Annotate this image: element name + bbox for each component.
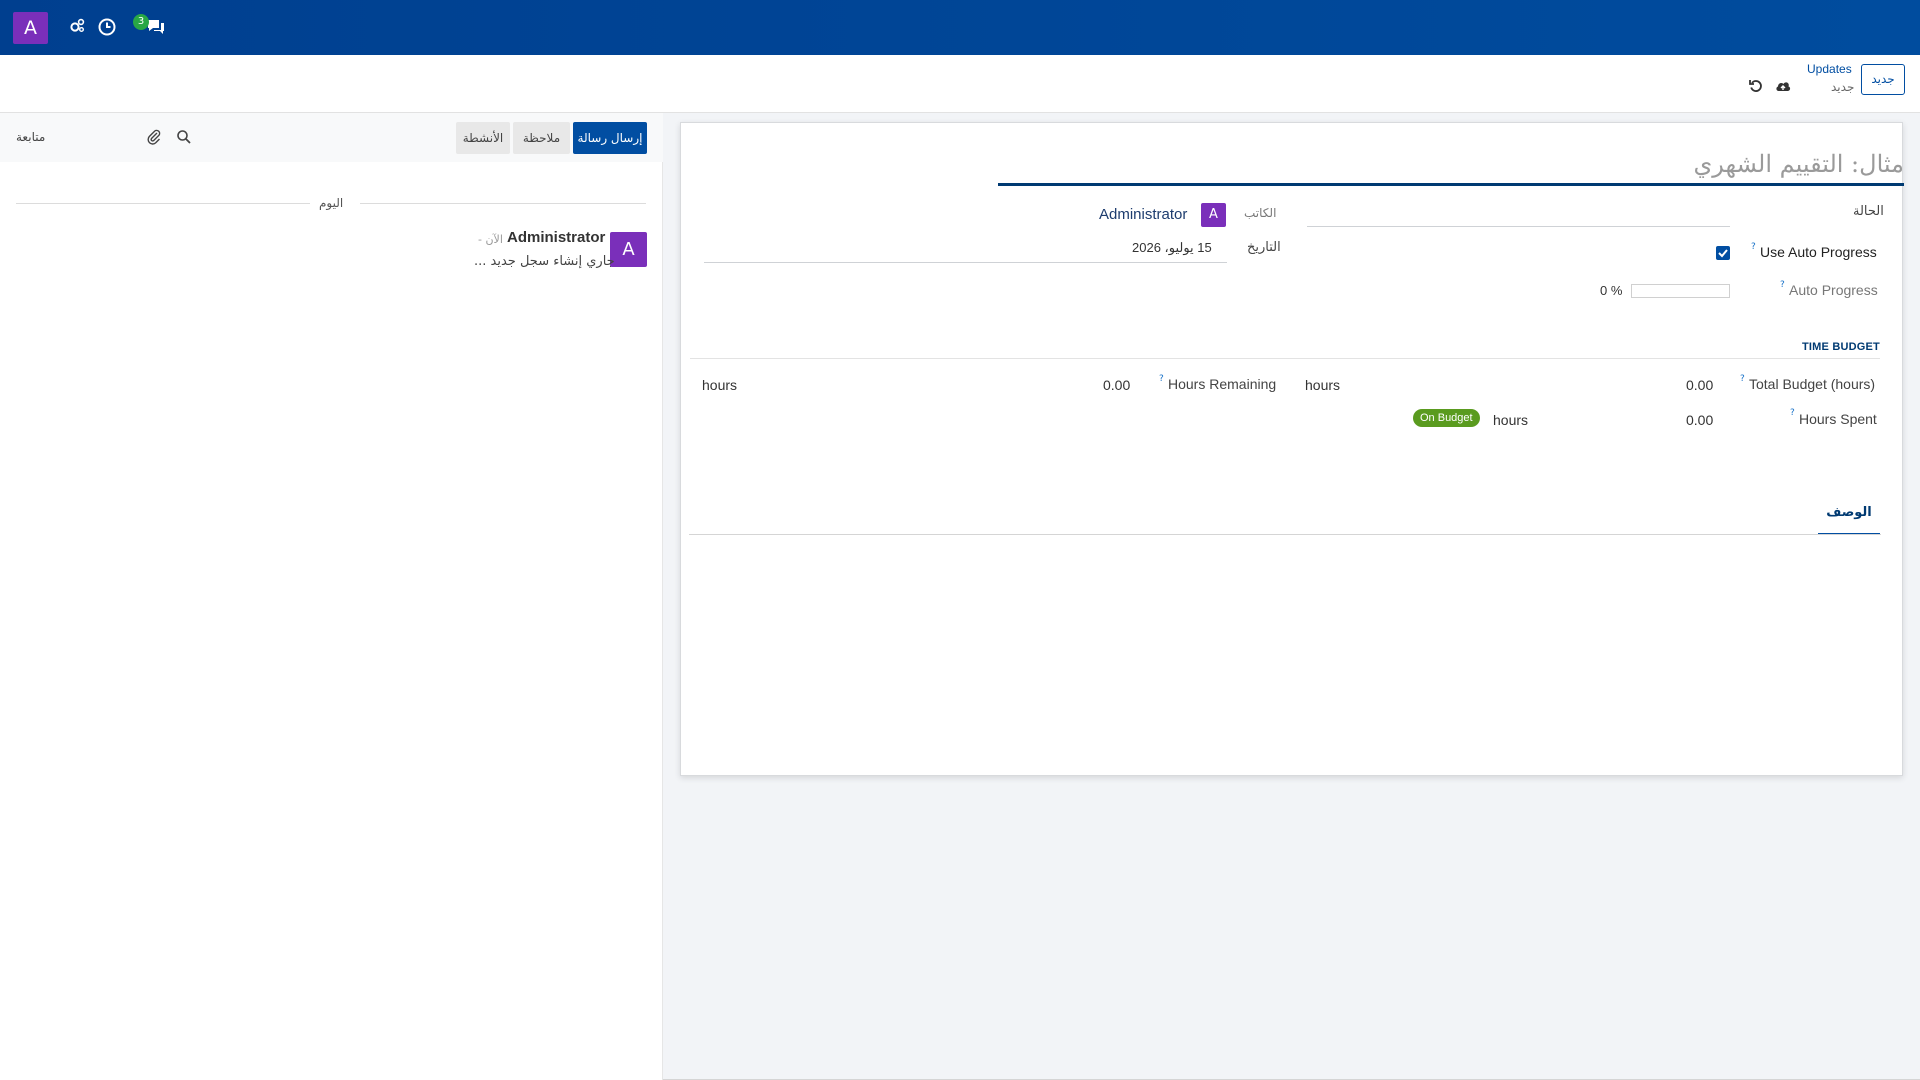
total-budget-label: Total Budget (hours): [1749, 376, 1876, 392]
name-input[interactable]: مثال: التقييم الشهري: [998, 146, 1904, 186]
date-value[interactable]: 15 يوليو، 2026: [1132, 240, 1212, 256]
status-label: الحالة: [1853, 204, 1884, 219]
help-tooltip-icon[interactable]: ?: [1751, 242, 1756, 252]
on-budget-badge: On Budget: [1413, 409, 1480, 427]
author-label: الكاتب: [1244, 206, 1277, 220]
auto-progress-label: Auto Progress: [1789, 282, 1878, 298]
message-author-avatar[interactable]: A: [610, 232, 647, 267]
follow-button[interactable]: متابعة: [16, 130, 45, 144]
use-auto-progress-label: Use Auto Progress: [1760, 244, 1877, 260]
clock-icon[interactable]: [97, 17, 117, 37]
time-budget-section-title: TIME BUDGET: [1802, 341, 1880, 353]
today-label: اليوم: [319, 196, 344, 210]
new-button[interactable]: جديد: [1861, 64, 1905, 95]
hours-remaining-unit: hours: [702, 377, 738, 393]
tab-description[interactable]: الوصف: [1818, 505, 1880, 535]
tabs-separator: [689, 534, 1881, 535]
messages-count-badge: 3: [133, 14, 149, 30]
total-budget-unit: hours: [1305, 377, 1341, 393]
send-message-button[interactable]: إرسال رسالة: [573, 122, 647, 154]
auto-progress-value: 0 %: [1600, 283, 1623, 298]
activities-button[interactable]: الأنشطة: [456, 122, 510, 154]
use-auto-progress-checkbox[interactable]: [1716, 246, 1730, 260]
hours-spent-value: 0.00: [1686, 412, 1714, 428]
form-sheet: [680, 122, 1903, 776]
help-tooltip-icon[interactable]: ?: [1740, 374, 1745, 384]
paperclip-icon[interactable]: [146, 128, 162, 146]
help-tooltip-icon[interactable]: ?: [1790, 408, 1795, 418]
hours-remaining-label: Hours Remaining: [1168, 376, 1277, 392]
time-budget-separator: [690, 358, 1880, 359]
cloud-upload-icon[interactable]: [1775, 79, 1791, 93]
log-note-button[interactable]: ملاحظة: [513, 122, 570, 154]
today-divider-left: [16, 203, 310, 204]
auto-progress-bar: [1631, 284, 1730, 298]
message-body: جاري إنشاء سجل جديد ...: [474, 254, 615, 269]
name-placeholder: مثال: التقييم الشهري: [1693, 150, 1905, 178]
status-field[interactable]: [1307, 226, 1730, 227]
user-avatar[interactable]: A: [13, 12, 48, 44]
control-panel: جديد Updates جديد: [0, 55, 1920, 113]
date-field-underline: [704, 262, 1227, 263]
today-divider-right: [360, 203, 646, 204]
date-label: التاريخ: [1247, 240, 1281, 255]
total-budget-value[interactable]: 0.00: [1686, 377, 1713, 393]
top-navbar: A 3: [0, 0, 1920, 55]
search-icon[interactable]: [176, 129, 192, 145]
undo-icon[interactable]: [1748, 78, 1764, 94]
help-tooltip-icon[interactable]: ?: [1159, 374, 1164, 384]
breadcrumb-updates[interactable]: Updates: [1807, 62, 1852, 76]
check-icon: [1718, 249, 1728, 258]
message-time: - الآن: [478, 233, 503, 246]
author-avatar: A: [1201, 203, 1226, 227]
author-name[interactable]: Administrator: [1099, 206, 1187, 223]
hours-spent-label: Hours Spent: [1799, 411, 1877, 427]
hours-spent-unit: hours: [1493, 412, 1529, 428]
help-tooltip-icon[interactable]: ?: [1780, 280, 1785, 290]
settings-icon[interactable]: [68, 17, 88, 37]
breadcrumb-current: جديد: [1831, 80, 1855, 94]
hours-remaining-value: 0.00: [1103, 377, 1131, 393]
message-author[interactable]: Administrator: [507, 229, 605, 246]
